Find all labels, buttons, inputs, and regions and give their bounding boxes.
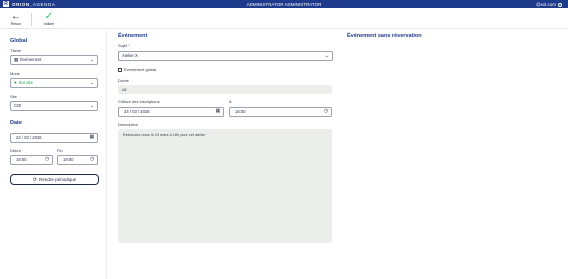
mode-label: Mode xyxy=(10,71,21,76)
no-reservation-title: Événement sans réservation xyxy=(347,33,422,39)
debut-label: Début xyxy=(10,148,21,153)
chevron-down-icon: ⌄ xyxy=(89,57,94,63)
global-event-label: Événement global xyxy=(124,67,157,72)
chevron-down-icon: ⌄ xyxy=(89,80,94,86)
periodic-label: Rendre périodique xyxy=(39,177,77,182)
calendar-icon: ▦ xyxy=(14,57,19,62)
date-input[interactable]: 24 / 03 / 2026 ▦ xyxy=(10,133,98,143)
toolbar: ← Retour ✓ Valider xyxy=(0,8,568,29)
checkbox-icon xyxy=(118,67,122,72)
clock-icon[interactable]: ◷ xyxy=(45,156,49,164)
duree-label: Durée xyxy=(118,78,129,83)
validate-label: Valider xyxy=(43,22,55,26)
user-icon xyxy=(558,2,562,7)
a-label: À xyxy=(229,99,232,104)
sujet-label-text: Sujet xyxy=(118,43,128,48)
cloture-time-value: 16:00 xyxy=(235,109,246,114)
clock-icon[interactable]: ◷ xyxy=(324,108,328,116)
top-bar: R ORION_AGENDA ADMINISTRATOR ADMINISTRAT… xyxy=(0,0,568,8)
location-pin-icon: ● xyxy=(14,80,17,85)
chevron-down-icon: ⌄ xyxy=(89,103,94,109)
sujet-label: Sujet * xyxy=(118,43,130,48)
toolbar-divider xyxy=(31,13,32,26)
global-event-checkbox[interactable]: Événement global xyxy=(118,67,156,72)
debut-value: 16:00 xyxy=(16,157,27,162)
calendar-icon[interactable]: ▦ xyxy=(89,134,94,142)
debut-time-input[interactable]: 16:00 ◷ xyxy=(10,155,53,165)
cloture-time-input[interactable]: 16:00 ◷ xyxy=(229,107,332,117)
back-button[interactable]: ← Retour xyxy=(5,11,27,26)
site-value: COI xyxy=(14,103,22,108)
periodic-button[interactable]: ⟳ Rendre périodique xyxy=(10,174,99,185)
sujet-value: Atelier X xyxy=(122,53,138,58)
repeat-icon: ⟳ xyxy=(32,177,38,183)
cloture-date-value: 24 / 03 / 2026 xyxy=(124,109,150,114)
cloture-date-input[interactable]: 24 / 03 / 2026 ▦ xyxy=(118,107,224,117)
site-select[interactable]: COI ⌄ xyxy=(10,101,98,111)
mode-select[interactable]: ● Sur site ⌄ xyxy=(10,78,98,88)
user-menu[interactable]: @xxl.com xyxy=(536,2,562,7)
date-section-title: Date xyxy=(10,120,22,126)
user-email: @xxl.com xyxy=(536,2,556,7)
date-value: 24 / 03 / 2026 xyxy=(16,135,42,140)
global-section-title: Global xyxy=(10,38,28,44)
calendar-icon[interactable]: ▦ xyxy=(215,108,220,116)
sujet-select[interactable]: Atelier X ⌄ xyxy=(118,51,333,61)
chevron-down-icon: ⌄ xyxy=(324,53,329,59)
tache-select[interactable]: ▦ Événement ⌄ xyxy=(10,55,98,65)
back-label: Retour xyxy=(10,22,22,26)
fin-time-input[interactable]: 19:00 ◷ xyxy=(57,155,98,165)
check-icon: ✓ xyxy=(44,11,54,22)
required-marker: * xyxy=(128,43,130,48)
description-textarea[interactable]: Retrouvez-nous le 24 mars à 16h pour cet… xyxy=(118,129,332,243)
fin-label: Fin xyxy=(57,148,63,153)
user-name-title: ADMINISTRATOR ADMINISTRATOR xyxy=(246,2,322,7)
event-section-title: Événement xyxy=(118,33,148,39)
left-panel: Global Tâche ▦ Événement ⌄ Mode ● Sur site… xyxy=(0,30,107,279)
validate-button[interactable]: ✓ Valider xyxy=(38,11,60,26)
fin-value: 19:00 xyxy=(63,157,74,162)
tache-label: Tâche xyxy=(10,48,22,53)
tache-value: Événement xyxy=(20,57,42,62)
description-label: Description xyxy=(118,122,139,127)
mode-value: Sur site xyxy=(18,80,33,85)
clock-icon[interactable]: ◷ xyxy=(90,156,94,164)
site-label: Site xyxy=(10,94,17,99)
arrow-left-icon: ← xyxy=(11,11,21,22)
duree-field: All xyxy=(118,85,332,94)
cloture-label: Clôture des inscriptions xyxy=(118,99,160,104)
